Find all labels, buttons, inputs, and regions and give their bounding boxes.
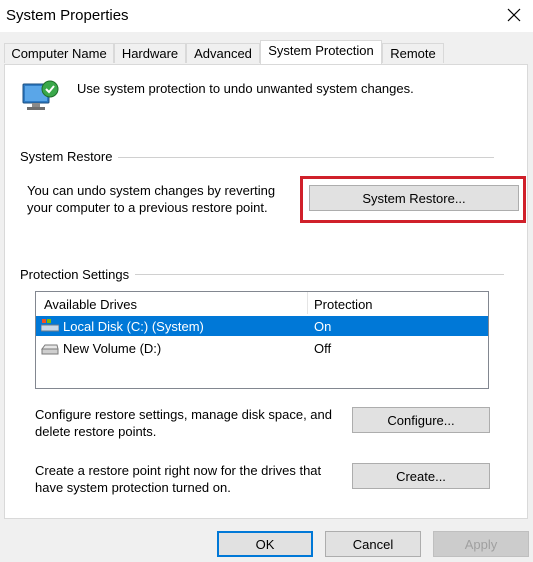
create-description-line2: have system protection turned on. [35, 480, 231, 495]
configure-description-line2: delete restore points. [35, 424, 157, 439]
drive-name: Local Disk (C:) (System) [63, 319, 204, 334]
create-button[interactable]: Create... [352, 463, 490, 489]
drive-protection: On [314, 319, 332, 334]
protection-settings-group-label: Protection Settings [20, 267, 136, 282]
apply-button[interactable]: Apply [433, 531, 529, 557]
system-restore-button[interactable]: System Restore... [309, 185, 519, 211]
tab-remote[interactable]: Remote [382, 43, 444, 63]
create-description-line1: Create a restore point right now for the… [35, 463, 322, 478]
tab-hardware[interactable]: Hardware [114, 43, 186, 63]
column-header-drives[interactable]: Available Drives [44, 297, 137, 312]
cancel-button[interactable]: Cancel [325, 531, 421, 557]
column-separator [307, 292, 308, 314]
intro-text: Use system protection to undo unwanted s… [77, 81, 414, 96]
ok-button[interactable]: OK [217, 531, 313, 557]
table-row[interactable]: Local Disk (C:) (System) On [36, 316, 488, 336]
system-drive-icon [40, 319, 60, 333]
configure-button[interactable]: Configure... [352, 407, 490, 433]
tab-computer-name[interactable]: Computer Name [4, 43, 114, 63]
tab-advanced[interactable]: Advanced [186, 43, 260, 63]
column-header-protection[interactable]: Protection [314, 297, 373, 312]
system-restore-description-line2: your computer to a previous restore poin… [27, 200, 268, 215]
configure-description-line1: Configure restore settings, manage disk … [35, 407, 333, 422]
drive-name: New Volume (D:) [63, 341, 162, 356]
tab-system-protection[interactable]: System Protection [260, 40, 382, 64]
system-protection-icon [20, 78, 60, 114]
drive-protection: Off [314, 341, 332, 356]
system-restore-description-line1: You can undo system changes by reverting [27, 183, 276, 198]
drives-list[interactable]: Available Drives Protection Local Disk (… [35, 291, 489, 389]
close-icon[interactable] [503, 4, 525, 26]
window-title: System Properties [6, 7, 129, 24]
system-restore-group-label: System Restore [20, 149, 119, 164]
table-row[interactable]: New Volume (D:) Off [36, 338, 488, 358]
drive-icon [41, 343, 59, 355]
